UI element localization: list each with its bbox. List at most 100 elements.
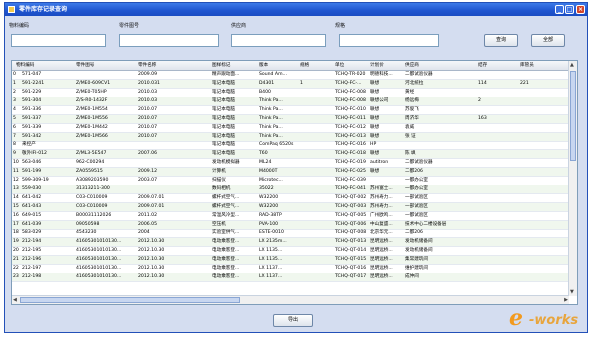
row-index: 18 [13, 230, 19, 236]
row-index: 17 [13, 221, 19, 227]
table-cell: 笔记本电脑 [212, 107, 235, 113]
column-header[interactable]: 库管员 [520, 61, 560, 70]
table-row[interactable]: 22 212-197 41605301010130... 2012.10.30 电动乘客… [12, 265, 569, 274]
table-cell: 空压机 [212, 221, 226, 227]
export-button[interactable]: 导出 [273, 314, 313, 327]
table-row[interactable]: 3 591-304 Z/S-R0-1432F 2010.03 笔记本电脑 Think Pa… [12, 97, 569, 107]
scroll-down-icon[interactable]: ▼ [570, 288, 574, 296]
row-index: 0 [13, 72, 16, 77]
minimize-button[interactable]: _ [555, 5, 564, 14]
table-cell: 笔记本电脑 [212, 89, 235, 95]
table-cell: Z/S-R0-1432F [76, 98, 108, 104]
table-cell: 一部试验区 [405, 195, 428, 201]
table-row[interactable]: 7 591-342 Z/ME0-1M566 2010.07 笔记本电脑 Think Pa.… [12, 132, 569, 142]
scroll-left-icon[interactable]: ◀ [13, 296, 17, 304]
table-cell: 35022 [259, 186, 274, 192]
table-row[interactable]: 0 571-047 2009.09 精声跟动面... Sound Am... TCHQ-T… [12, 71, 569, 80]
spec-input[interactable] [339, 34, 439, 47]
table-row[interactable]: 12 599-309-19 A3089203590 2003.07 扫描仪 Microte… [12, 177, 569, 186]
table-cell: 联想 [370, 89, 380, 95]
table-cell: TCHQ-TR-020 [335, 72, 366, 77]
column-header[interactable]: 计划价 [370, 61, 402, 70]
table-cell: 212-197 [22, 265, 42, 271]
table-cell: ESTE-0010 [259, 230, 284, 236]
table-row[interactable]: 14 641-042 C03-C010009 2009.07.01 螺杆式空气... W3… [12, 194, 569, 204]
table-cell: Think Pa... [259, 133, 283, 139]
table-cell: 114 [478, 80, 487, 86]
table-row[interactable]: 5 591-337 Z/ME0-1M556 2010.07 笔记本电脑 Think Pa.… [12, 115, 569, 124]
watermark-e: e [509, 305, 523, 331]
table-cell: 电动乘客登... [212, 256, 240, 262]
all-button[interactable]: 全部 [531, 34, 565, 47]
table-cell: 敬外IFI-012 [22, 151, 47, 157]
query-button[interactable]: 查询 [484, 34, 518, 47]
table-cell: 591-337 [22, 116, 42, 121]
table-row[interactable]: 23 212-198 41605301010130... 2012.10.30 电动乘客… [12, 273, 569, 283]
table-cell: 扫描仪 [212, 177, 226, 183]
table-cell: 一都办公室 [405, 177, 428, 183]
table-row[interactable]: 19 212-194 41605301010130... 2012.10.30 电动乘客… [12, 238, 569, 248]
scroll-up-icon[interactable]: ▲ [570, 61, 574, 69]
row-index: 8 [13, 142, 16, 148]
table-cell: 苏州寿力... [370, 204, 393, 209]
row-index: 6 [13, 124, 16, 130]
table-row[interactable]: 2 591-229 Z/ME0-T05HP 2010.03 笔记本电脑 B400 TCHQ-… [12, 89, 569, 98]
horizontal-scroll-thumb[interactable] [20, 297, 240, 303]
table-cell: 维护建筑间 [405, 265, 428, 271]
column-header[interactable]: 图样标记 [212, 61, 256, 70]
table-cell: 苏州富士... [370, 186, 393, 192]
table-row[interactable]: 16 649-015 B00031112026 2011.02 常温风冷型... RAD-… [12, 212, 569, 221]
close-button[interactable]: × [576, 5, 585, 14]
row-index: 20 [13, 248, 19, 253]
table-row[interactable]: 8 来控产 笔记本电脑 ComPaq 6520s TCHQ-FC-016 HP [12, 141, 569, 151]
maximize-button[interactable]: □ [565, 5, 574, 14]
horizontal-scrollbar[interactable]: ◀ ▶ [12, 295, 569, 304]
table-cell: 笔记本电脑 [212, 133, 235, 139]
table-cell: T60 [259, 151, 268, 157]
table-cell: 电动乘客登... [212, 239, 240, 245]
vertical-scroll-thumb[interactable] [570, 71, 576, 161]
column-header[interactable]: 版本 [259, 61, 297, 70]
table-row[interactable]: 20 212-195 41605301010130... 2012.10.30 电动乘客… [12, 247, 569, 256]
table-row[interactable]: 9 敬外IFI-012 Z/ML3-5E547 2007.06 笔记本电脑 T60 TCHQ… [12, 150, 569, 160]
vertical-scrollbar[interactable]: ▲ ▼ [568, 61, 577, 296]
table-cell: 163 [478, 116, 487, 121]
supplier-input[interactable] [231, 34, 326, 47]
table-cell: 591-2241 [22, 80, 45, 86]
column-header[interactable]: 零件图号 [76, 61, 136, 70]
table-cell: 2010.07 [138, 116, 157, 121]
scroll-right-icon[interactable]: ▶ [564, 296, 568, 304]
table-row[interactable]: 1 591-2241 Z/ME0-609CV1 2010.031 笔记本电脑 D4301 1… [12, 79, 569, 89]
table-row[interactable]: 17 641-039 09050598 2006.05 空压机 PVA-100 TCHQ-Q… [12, 220, 569, 230]
table-cell: 591-339 [22, 124, 42, 130]
row-index: 4 [13, 107, 16, 113]
table-row[interactable]: 4 591-336 Z/ME0-1M554 2010.07 笔记本电脑 Think Pa.… [12, 106, 569, 116]
column-header[interactable]: 单位 [335, 61, 367, 70]
column-header[interactable]: 规格 [300, 61, 332, 70]
table-row[interactable]: 11 591-199 ZA0559515 2009.12 计算机 M4000T TCHQ-F… [12, 167, 569, 177]
column-header[interactable]: 物料编码 [16, 61, 74, 70]
table-row[interactable]: 10 563-046 962-C00294 发动机模拟器 ML24 TCHQ-FC-019… [12, 159, 569, 168]
table-cell: RAD-38TP [259, 212, 282, 218]
table-row[interactable]: 21 212-196 41605301010130... 2012.10.30 电动乘客… [12, 255, 569, 265]
table-cell: 笔记本电脑 [212, 80, 235, 86]
table-cell: TCHQ-FC-019 [335, 160, 366, 165]
drawing-no-input[interactable] [119, 34, 219, 47]
column-header[interactable]: 零件名称 [138, 61, 208, 70]
table-cell: TCHQ-QT-003 [335, 204, 367, 209]
table-cell: 昆明远桥... [370, 248, 393, 253]
table-cell: 二都试验仪器 [405, 72, 433, 77]
column-header[interactable]: 结存 [478, 61, 516, 70]
table-row[interactable]: 18 583-029 4543230 2004 实验室供气... ESTE-0010 TCH… [12, 229, 569, 239]
row-index: 23 [13, 274, 19, 280]
table-row[interactable]: 15 641-043 C03-C010009 2009.07.01 螺杆式空气... W3… [12, 203, 569, 212]
table-cell: TCHQ-QT-008 [335, 230, 367, 236]
table-cell: 09050598 [76, 221, 100, 227]
part-code-input[interactable] [11, 34, 106, 47]
table-row[interactable]: 6 591-339 Z/ME0-1M442 2010.07 笔记本电脑 Think Pa.… [12, 124, 569, 133]
table-row[interactable]: 13 559-030 31313211-300 数码相机 35022 TCHQ-FC-04… [12, 185, 569, 195]
column-header[interactable]: 供应商 [405, 61, 475, 70]
table-cell: 明德科技... [370, 72, 393, 77]
table-cell: 常温风冷型... [212, 212, 240, 218]
table-cell: 联想 [370, 116, 380, 121]
